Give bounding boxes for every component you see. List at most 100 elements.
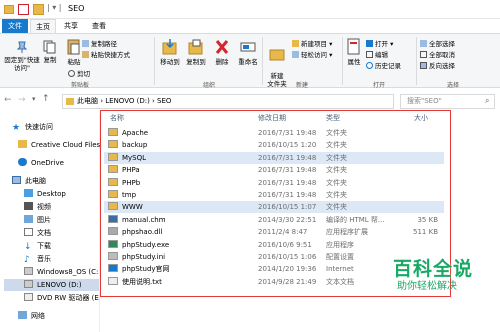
open-icon [366,40,373,47]
select-none-button[interactable]: 全部取消 [420,51,455,59]
paste-icon [67,39,80,55]
history-button[interactable]: 历史记录 [366,62,401,70]
nav-item-network[interactable]: 网络 [18,310,45,322]
tab-home[interactable]: 主页 [30,19,56,33]
new-folder-icon [269,49,285,61]
search-input[interactable]: 搜索"SEO" [400,94,495,109]
cut-button[interactable]: 剪切 [68,70,90,78]
group-organize-label: 组织 [202,82,215,89]
scissors-icon [68,70,75,77]
copy-to-icon [188,39,203,55]
document-icon [24,228,33,236]
address-bar[interactable]: 此电脑 › LENOVO (D:) › SEO [62,94,394,109]
tab-share[interactable]: 共享 [58,19,84,33]
copy-button[interactable]: 复制 [40,40,60,64]
tab-file[interactable]: 文件 [2,19,28,33]
select-all-button[interactable]: 全部选择 [420,40,455,48]
select-none-icon [420,51,427,58]
ribbon: 固定到"快速访问" 复制 粘贴 复制路径 粘贴快捷方式 剪切 剪贴板 移动到 复… [0,33,500,89]
nav-item-documents[interactable]: 文档 [24,227,51,239]
watermark-slogan: 助你轻松解决 [397,281,457,292]
move-to-button[interactable]: 移动到 [158,38,182,66]
nav-item-quick-access[interactable]: ★ 快速访问 [12,121,53,133]
folder-icon [18,140,27,148]
open-button[interactable]: 打开 ▾ [366,40,393,48]
easy-access-button[interactable]: 轻松访问 ▾ [292,51,332,59]
nav-item-dvd[interactable]: DVD RW 驱动器 (E [24,292,99,304]
forward-arrow-icon[interactable]: → [18,95,26,105]
ribbon-separator [416,37,417,85]
ribbon-separator [262,37,263,85]
nav-item-creative-cloud[interactable]: Creative Cloud Files [18,139,100,151]
recent-locations-icon[interactable]: ▾ [32,95,36,103]
watermark-brand: 百科全说 [393,258,474,280]
pin-icon [16,41,28,53]
window-title: SEO [68,4,85,13]
music-icon: ♪ [24,255,30,265]
edit-button[interactable]: 编辑 [366,51,388,59]
watermark: 百科全说 助你轻松解决 [393,258,493,302]
nav-item-videos[interactable]: 视频 [24,201,51,213]
pin-quick-access-button[interactable]: 固定到"快速访问" [4,40,40,72]
move-to-icon [162,39,177,55]
new-item-icon [292,40,299,47]
history-icon [366,62,373,69]
delete-icon [215,40,229,54]
new-folder-quick-icon[interactable] [33,4,44,15]
nav-item-this-pc[interactable]: 此电脑 [12,175,46,187]
video-icon [24,202,33,210]
breadcrumb[interactable]: 此电脑 › LENOVO (D:) › SEO [77,97,171,105]
paste-shortcut-icon [82,51,89,58]
folder-icon [4,5,14,14]
properties-button[interactable]: 属性 [344,38,364,66]
copy-path-button[interactable]: 复制路径 [82,40,117,48]
select-all-icon [420,40,427,47]
group-new-label: 新建 [295,82,308,89]
picture-icon [24,215,33,223]
paste-shortcut-button[interactable]: 粘贴快捷方式 [82,51,130,59]
group-clipboard-label: 剪贴板 [70,82,89,89]
group-select-label: 选择 [446,82,459,89]
computer-icon [12,176,21,184]
properties-quick-icon[interactable] [18,4,29,15]
edit-icon [366,51,373,58]
copy-to-button[interactable]: 复制到 [184,38,208,66]
cloud-icon [18,158,27,166]
nav-item-onedrive[interactable]: OneDrive [18,157,64,169]
group-open-label: 打开 [372,82,385,89]
title-bar: | ▾ | SEO [0,0,500,19]
rename-button[interactable]: 重命名 [236,38,260,66]
dvd-icon [24,293,33,301]
download-icon: ↓ [24,242,32,252]
up-arrow-icon[interactable]: ↑ [42,94,50,104]
copy-path-icon [82,40,89,47]
tab-view[interactable]: 查看 [86,19,112,33]
properties-icon [347,38,360,55]
nav-item-music[interactable]: ♪ 音乐 [24,253,51,265]
nav-item-drive-c[interactable]: Windows8_OS (C: [24,266,98,278]
invert-selection-icon [420,62,427,69]
ribbon-tabs: 文件 主页 共享 查看 [0,19,500,33]
new-item-button[interactable]: 新建项目 ▾ [292,40,332,48]
invert-selection-button[interactable]: 反向选择 [420,62,455,70]
search-icon: ⌕ [485,96,490,105]
quick-access-toolbar-marks[interactable]: | ▾ | [47,3,62,12]
back-arrow-icon[interactable]: ← [4,95,12,105]
rename-icon [240,42,256,52]
ribbon-separator [154,37,155,85]
folder-icon [66,98,74,105]
easy-access-icon [292,51,299,58]
delete-button[interactable]: 删除 [212,38,232,66]
nav-item-pictures[interactable]: 图片 [24,214,51,226]
folder-icon [24,189,33,197]
drive-icon [24,280,33,288]
star-icon: ★ [12,123,21,133]
navigation-pane: ★ 快速访问 Creative Cloud Files OneDrive 此电脑 … [0,113,100,332]
nav-item-downloads[interactable]: ↓ 下载 [24,240,51,252]
nav-item-desktop[interactable]: Desktop [24,188,66,200]
ribbon-separator [342,37,343,85]
network-icon [18,311,27,319]
copy-icon [43,40,56,54]
nav-item-drive-d[interactable]: LENOVO (D:) [4,279,99,291]
drive-icon [24,267,33,275]
